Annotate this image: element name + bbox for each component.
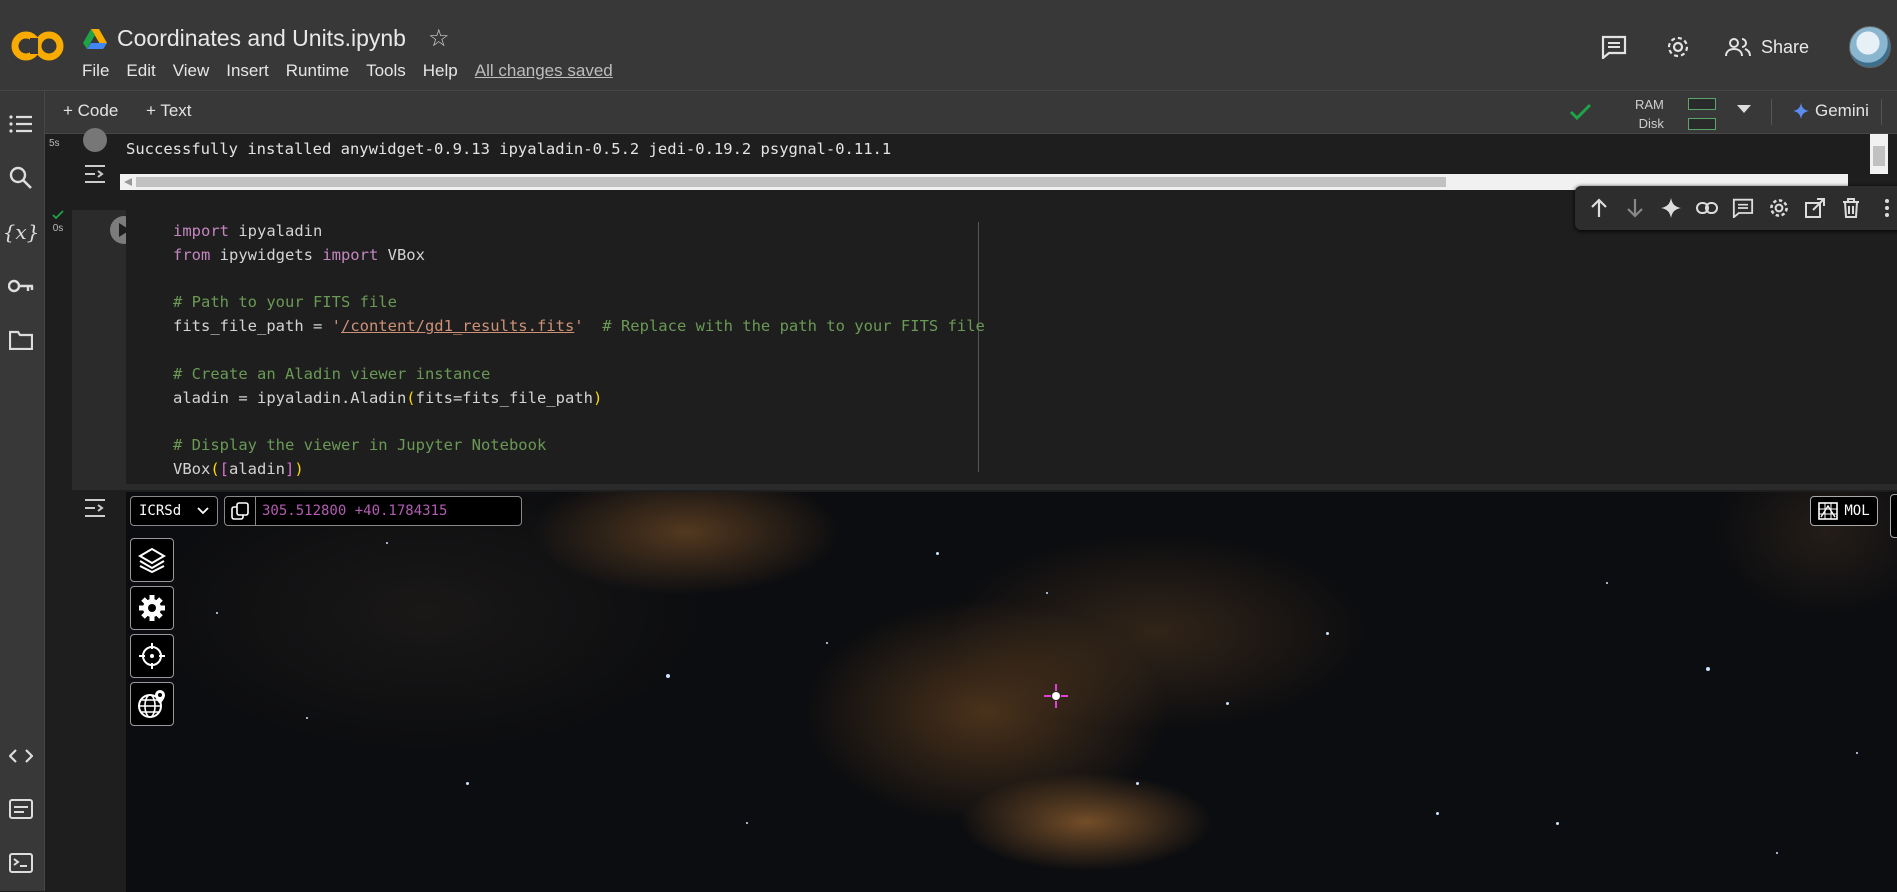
coordinate-value: 305.512800 +40.1784315: [262, 503, 448, 519]
cell-gutter: [72, 210, 138, 484]
drive-icon[interactable]: [83, 28, 107, 50]
settings-button[interactable]: [1661, 30, 1695, 64]
open-in-tab-icon[interactable]: [1801, 194, 1829, 222]
left-rail: {x}: [0, 91, 45, 891]
ram-bar: [1688, 98, 1716, 110]
menu-bar: File Edit View Insert Runtime Tools Help…: [82, 61, 630, 81]
scrollbar-thumb[interactable]: [136, 177, 1446, 187]
share-button[interactable]: Share: [1724, 36, 1809, 58]
frame-select[interactable]: ICRSd: [130, 496, 218, 526]
copy-icon: [231, 502, 249, 520]
scrollbar-thumb[interactable]: [1873, 146, 1885, 166]
output-menu-icon[interactable]: [83, 164, 107, 184]
cell-separator: [72, 484, 1897, 490]
disk-label: Disk: [1638, 116, 1664, 131]
notebook-title[interactable]: Coordinates and Units.ipynb: [117, 25, 406, 52]
key-icon[interactable]: [6, 271, 36, 301]
share-label: Share: [1760, 36, 1809, 57]
ram-label: RAM: [1635, 97, 1664, 112]
connected-check-icon: [1569, 103, 1592, 121]
layers-icon: [138, 547, 166, 573]
notebook-toolbar: + Code + Text RAM Disk Gemini: [45, 91, 1897, 134]
comment-icon: [1601, 35, 1627, 59]
people-icon: [1724, 38, 1751, 57]
comments-button[interactable]: [1597, 30, 1631, 64]
command-palette-icon[interactable]: [6, 794, 36, 824]
coordinate-controls: ICRSd 305.512800 +40.1784315: [130, 496, 522, 526]
star-icon[interactable]: ☆: [428, 24, 450, 53]
toc-icon[interactable]: [6, 109, 36, 139]
frame-value: ICRSd: [139, 503, 182, 519]
link-icon[interactable]: [1693, 194, 1721, 222]
menu-tools[interactable]: Tools: [366, 61, 413, 81]
move-down-icon[interactable]: [1621, 194, 1649, 222]
target-reticle: [1044, 684, 1068, 708]
menu-view[interactable]: View: [173, 61, 217, 81]
cell-1-exec-time: 5s: [49, 138, 60, 149]
avatar[interactable]: [1849, 26, 1891, 68]
search-icon[interactable]: [6, 163, 36, 193]
terminal-icon[interactable]: [6, 848, 36, 878]
divider: [1881, 99, 1882, 125]
menu-help[interactable]: Help: [423, 61, 465, 81]
fullscreen-button[interactable]: [1890, 494, 1897, 538]
globe-pin-icon: [138, 690, 165, 718]
cell-2-exec-time: 0s: [52, 223, 64, 234]
gear-icon: [139, 595, 165, 621]
install-output-text: Successfully installed anywidget-0.9.13 …: [126, 140, 892, 158]
add-text-button[interactable]: + Text: [146, 101, 192, 121]
colab-logo[interactable]: [10, 24, 66, 68]
output-menu-icon[interactable]: [83, 498, 107, 518]
top-bar: Coordinates and Units.ipynb ☆ File Edit …: [0, 0, 1897, 91]
projection-button[interactable]: [130, 682, 174, 726]
sparkle-icon: [1793, 103, 1809, 119]
cell-1-run-button[interactable]: [83, 128, 107, 152]
menu-insert[interactable]: Insert: [226, 61, 276, 81]
folder-icon[interactable]: [6, 325, 36, 355]
crosshair-icon: [139, 643, 165, 669]
gemini-label: Gemini: [1815, 101, 1869, 120]
gear-icon: [1667, 36, 1689, 58]
menu-file[interactable]: File: [82, 61, 116, 81]
more-options-icon[interactable]: [1873, 194, 1897, 222]
code-text[interactable]: import ipyaladin from ipywidgets import …: [173, 220, 985, 482]
viewer-settings-button[interactable]: [130, 586, 174, 630]
gemini-sparkle-icon[interactable]: [1657, 194, 1685, 222]
add-code-button[interactable]: + Code: [63, 101, 118, 121]
chevron-down-icon: [197, 507, 209, 515]
code-cell-2: 0s import ipyaladin from ipywidgets impo…: [45, 210, 1897, 484]
survey-button[interactable]: MOL: [1810, 496, 1878, 526]
copy-button[interactable]: [225, 497, 256, 525]
disk-bar: [1688, 118, 1716, 130]
vertical-scrollbar[interactable]: [1870, 134, 1888, 174]
code-editor[interactable]: import ipyaladin from ipywidgets import …: [126, 210, 1897, 484]
coordinate-input[interactable]: 305.512800 +40.1784315: [224, 496, 522, 526]
check-icon: [52, 210, 64, 220]
gemini-button[interactable]: Gemini: [1793, 101, 1869, 121]
notebook-area: 5s Successfully installed anywidget-0.9.…: [45, 128, 1897, 892]
variables-icon[interactable]: {x}: [3, 217, 40, 247]
grid-map-icon: [1818, 502, 1839, 520]
divider: [1771, 99, 1772, 125]
resource-labels[interactable]: RAM Disk: [1635, 95, 1664, 133]
gear-icon[interactable]: [1765, 194, 1793, 222]
cell-toolbar: [1575, 186, 1897, 230]
layers-button[interactable]: [130, 538, 174, 582]
delete-icon[interactable]: [1837, 194, 1865, 222]
runtime-dropdown-icon[interactable]: [1737, 105, 1751, 115]
cell-2-status: 0s: [50, 210, 66, 234]
target-button[interactable]: [130, 634, 174, 678]
survey-label: MOL: [1844, 503, 1870, 519]
aladin-viewer[interactable]: ICRSd 305.512800 +40.1784315 MOL: [126, 492, 1897, 892]
menu-edit[interactable]: Edit: [126, 61, 162, 81]
save-status[interactable]: All changes saved: [475, 61, 620, 81]
move-up-icon[interactable]: [1585, 194, 1613, 222]
cell-2-output: ICRSd 305.512800 +40.1784315 MOL: [45, 492, 1897, 892]
resource-bars[interactable]: [1688, 98, 1716, 138]
code-snippets-icon[interactable]: [6, 741, 36, 771]
comment-icon[interactable]: [1729, 194, 1757, 222]
menu-runtime[interactable]: Runtime: [286, 61, 356, 81]
